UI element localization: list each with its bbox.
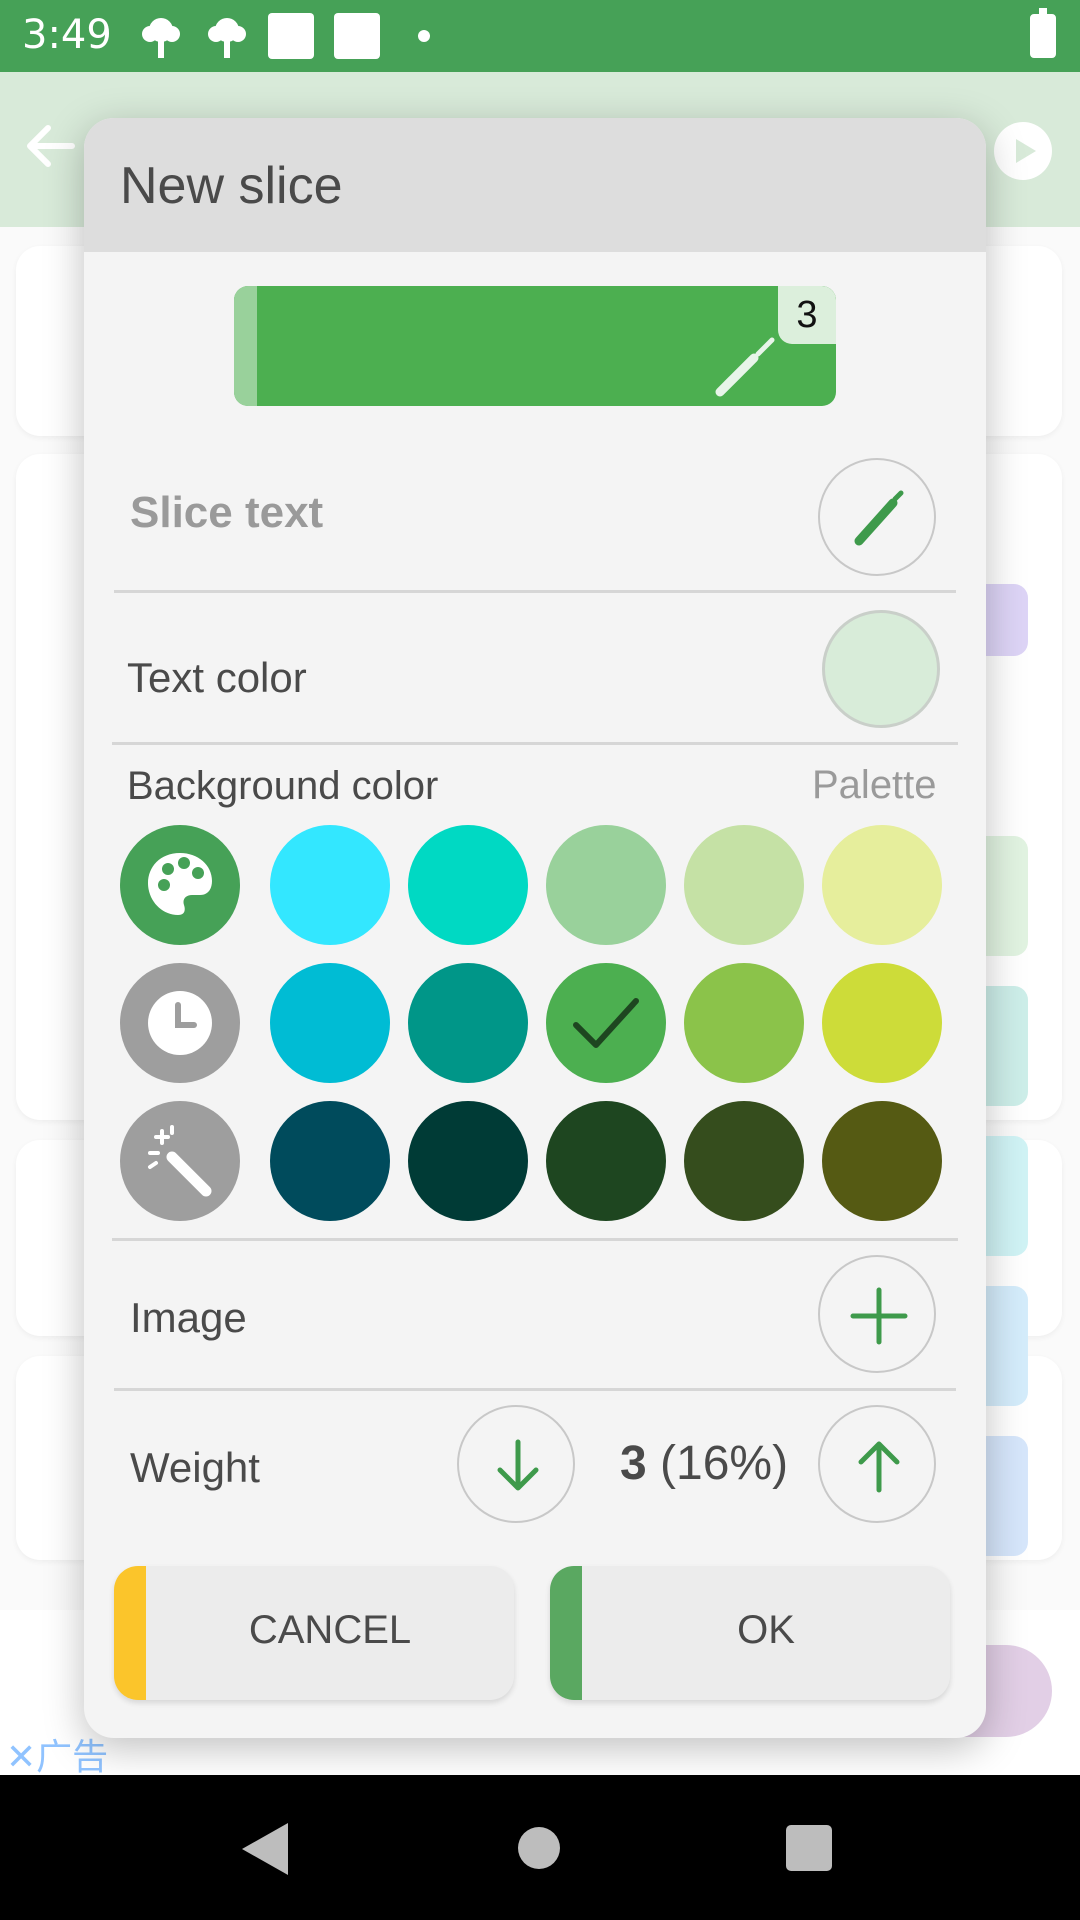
new-slice-dialog: New slice 3 Slice text Text color Backgr… (84, 118, 986, 1738)
ad-label[interactable]: ✕广告 (6, 1728, 108, 1780)
plus-icon (850, 1287, 908, 1345)
notification-icon (208, 18, 246, 58)
increase-weight-button[interactable] (818, 1405, 936, 1523)
magic-wand-icon (148, 1125, 212, 1197)
color-swatch[interactable] (684, 825, 804, 945)
cancel-accent (114, 1566, 146, 1700)
notification-icon (334, 13, 380, 59)
arrow-up-icon (858, 1441, 900, 1493)
back-arrow-icon[interactable] (20, 116, 80, 176)
color-swatch[interactable] (408, 963, 528, 1083)
status-bar: 3:49 (0, 0, 1080, 72)
weight-label: Weight (130, 1444, 260, 1491)
color-swatch[interactable] (822, 963, 942, 1083)
color-swatch[interactable] (270, 963, 390, 1083)
text-color-swatch[interactable] (822, 610, 940, 728)
pencil-icon (854, 490, 904, 546)
color-swatch[interactable] (684, 1101, 804, 1221)
play-icon[interactable] (994, 122, 1052, 180)
palette-link[interactable]: Palette (812, 763, 937, 808)
recent-colors-button[interactable] (120, 963, 240, 1083)
color-swatch[interactable] (546, 825, 666, 945)
more-notifications-icon (418, 30, 430, 42)
random-color-button[interactable] (120, 1101, 240, 1221)
nav-home-icon[interactable] (518, 1827, 560, 1869)
clock-icon (148, 991, 212, 1055)
edit-text-button[interactable] (818, 458, 936, 576)
ok-accent (550, 1566, 582, 1700)
divider (112, 742, 958, 745)
color-swatch[interactable] (822, 825, 942, 945)
palette-icon (148, 853, 212, 915)
slice-preview[interactable]: 3 (234, 286, 836, 406)
nav-back-icon[interactable] (242, 1823, 288, 1875)
ok-button[interactable]: OK (550, 1566, 950, 1700)
color-swatch[interactable] (270, 1101, 390, 1221)
slice-text-label[interactable]: Slice text (130, 488, 323, 538)
notification-icon (142, 18, 180, 58)
image-label: Image (130, 1294, 247, 1341)
color-swatch[interactable] (822, 1101, 942, 1221)
color-swatch[interactable] (546, 1101, 666, 1221)
navigation-bar (0, 1775, 1080, 1920)
status-time: 3:49 (22, 12, 112, 58)
cancel-button[interactable]: CANCEL (114, 1566, 514, 1700)
palette-button[interactable] (120, 825, 240, 945)
divider (114, 590, 956, 593)
add-image-button[interactable] (818, 1255, 936, 1373)
notification-icon (268, 13, 314, 59)
color-swatch[interactable] (408, 825, 528, 945)
nav-recents-icon[interactable] (786, 1825, 832, 1871)
color-swatch-selected[interactable] (546, 963, 666, 1083)
ok-label: OK (737, 1608, 795, 1652)
divider (112, 1238, 958, 1241)
dialog-header: New slice (84, 118, 986, 252)
dialog-title: New slice (120, 157, 343, 215)
weight-badge: 3 (778, 286, 836, 344)
battery-icon (1030, 8, 1056, 58)
color-swatch[interactable] (270, 825, 390, 945)
background-color-label: Background color (127, 764, 439, 808)
divider (114, 1388, 956, 1391)
decrease-weight-button[interactable] (457, 1405, 575, 1523)
arrow-down-icon (497, 1439, 539, 1491)
text-color-label: Text color (127, 654, 307, 701)
color-swatch[interactable] (684, 963, 804, 1083)
brush-icon (715, 337, 775, 397)
weight-value: 3 (16%) (620, 1437, 789, 1490)
color-swatch[interactable] (408, 1101, 528, 1221)
cancel-label: CANCEL (248, 1608, 412, 1652)
checkmark-icon (573, 998, 639, 1048)
preview-strip (234, 286, 257, 406)
